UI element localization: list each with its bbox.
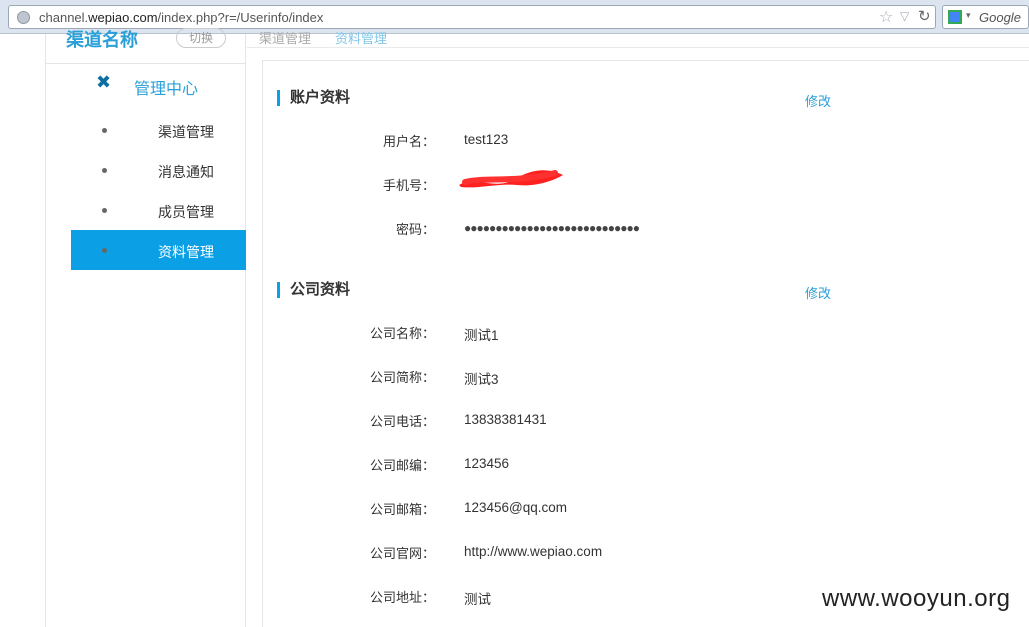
company-phone-label: 公司电话： <box>369 414 435 429</box>
company-short-name-label: 公司简称： <box>369 370 435 385</box>
bookmark-star-icon[interactable]: ☆ <box>879 7 893 27</box>
phone-label: 手机号： <box>382 178 435 193</box>
search-engine-label: Google <box>979 10 1021 25</box>
password-label: 密码： <box>395 222 435 237</box>
username-value: test123 <box>464 132 509 147</box>
company-name-value: 测试1 <box>464 328 499 343</box>
watermark: www.wooyun.org <box>822 585 1011 612</box>
tools-icon: ✖ <box>96 72 112 92</box>
phone-redaction-scribble <box>459 170 563 188</box>
sidebar-item-channel-management[interactable]: 渠道管理 <box>71 110 246 150</box>
username-label: 用户名： <box>382 134 435 149</box>
company-section-title: 公司资料 <box>277 282 350 298</box>
channel-name: 渠道名称 <box>66 30 138 50</box>
sidebar-divider <box>46 63 246 64</box>
sidebar-item-label: 消息通知 <box>158 164 214 180</box>
sidebar-item-label: 资料管理 <box>158 244 214 260</box>
management-center-heading[interactable]: 管理中心 <box>134 75 198 99</box>
company-name-label: 公司名称： <box>369 326 435 341</box>
switch-button[interactable]: 切换 <box>176 28 226 48</box>
company-website-value: http://www.wepiao.com <box>464 544 603 559</box>
url-dropdown-icon[interactable]: ▽ <box>900 9 909 23</box>
company-postcode-label: 公司邮编： <box>369 458 435 473</box>
sidebar-item-members[interactable]: 成员管理 <box>71 190 246 230</box>
company-phone-value: 13838381431 <box>464 412 547 427</box>
bullet-icon <box>102 168 107 173</box>
company-email-value: 123456@qq.com <box>464 500 568 515</box>
sidebar-item-notifications[interactable]: 消息通知 <box>71 150 246 190</box>
sidebar: 渠道名称 切换 ✖ 管理中心 渠道管理 消息通知 成员管理 资料管理 <box>45 28 246 627</box>
edit-company-link[interactable]: 修改 <box>805 283 831 302</box>
company-email-label: 公司邮箱： <box>369 502 435 517</box>
sidebar-item-profile-management[interactable]: 资料管理 <box>71 230 246 270</box>
sidebar-item-label: 渠道管理 <box>158 124 214 140</box>
breadcrumb-item[interactable]: 渠道管理 <box>259 28 311 47</box>
globe-icon <box>17 11 30 24</box>
company-website-label: 公司官网： <box>369 546 435 561</box>
bullet-icon <box>102 208 107 213</box>
search-box[interactable]: ▾ Google <box>942 5 1029 29</box>
company-postcode-value: 123456 <box>464 456 510 471</box>
breadcrumb: 渠道管理 资料管理 <box>247 31 1029 48</box>
password-value: ●●●●●●●●●●●●●●●●●●●●●●●●●●●● <box>464 221 640 235</box>
bullet-icon <box>102 248 107 253</box>
company-short-name-value: 测试3 <box>464 372 499 387</box>
sidebar-item-label: 成员管理 <box>158 204 214 220</box>
breadcrumb-current: 资料管理 <box>335 31 388 46</box>
profile-panel: 账户资料 修改 用户名： test123 手机号： 密码： ●●●●●●●●●●… <box>262 60 1029 627</box>
browser-toolbar: channel.wepiao.com/index.php?r=/Userinfo… <box>0 0 1029 34</box>
url-text[interactable]: channel.wepiao.com/index.php?r=/Userinfo… <box>39 10 323 25</box>
account-section-title: 账户资料 <box>277 90 350 106</box>
edit-account-link[interactable]: 修改 <box>805 91 831 110</box>
address-bar[interactable]: channel.wepiao.com/index.php?r=/Userinfo… <box>8 5 936 29</box>
reload-icon[interactable]: ↻ <box>918 7 931 25</box>
search-engine-dropdown-icon[interactable]: ▾ <box>966 10 971 21</box>
bullet-icon <box>102 128 107 133</box>
company-address-value: 测试 <box>464 592 491 607</box>
google-logo-icon[interactable] <box>948 10 962 24</box>
company-address-label: 公司地址： <box>369 590 435 605</box>
